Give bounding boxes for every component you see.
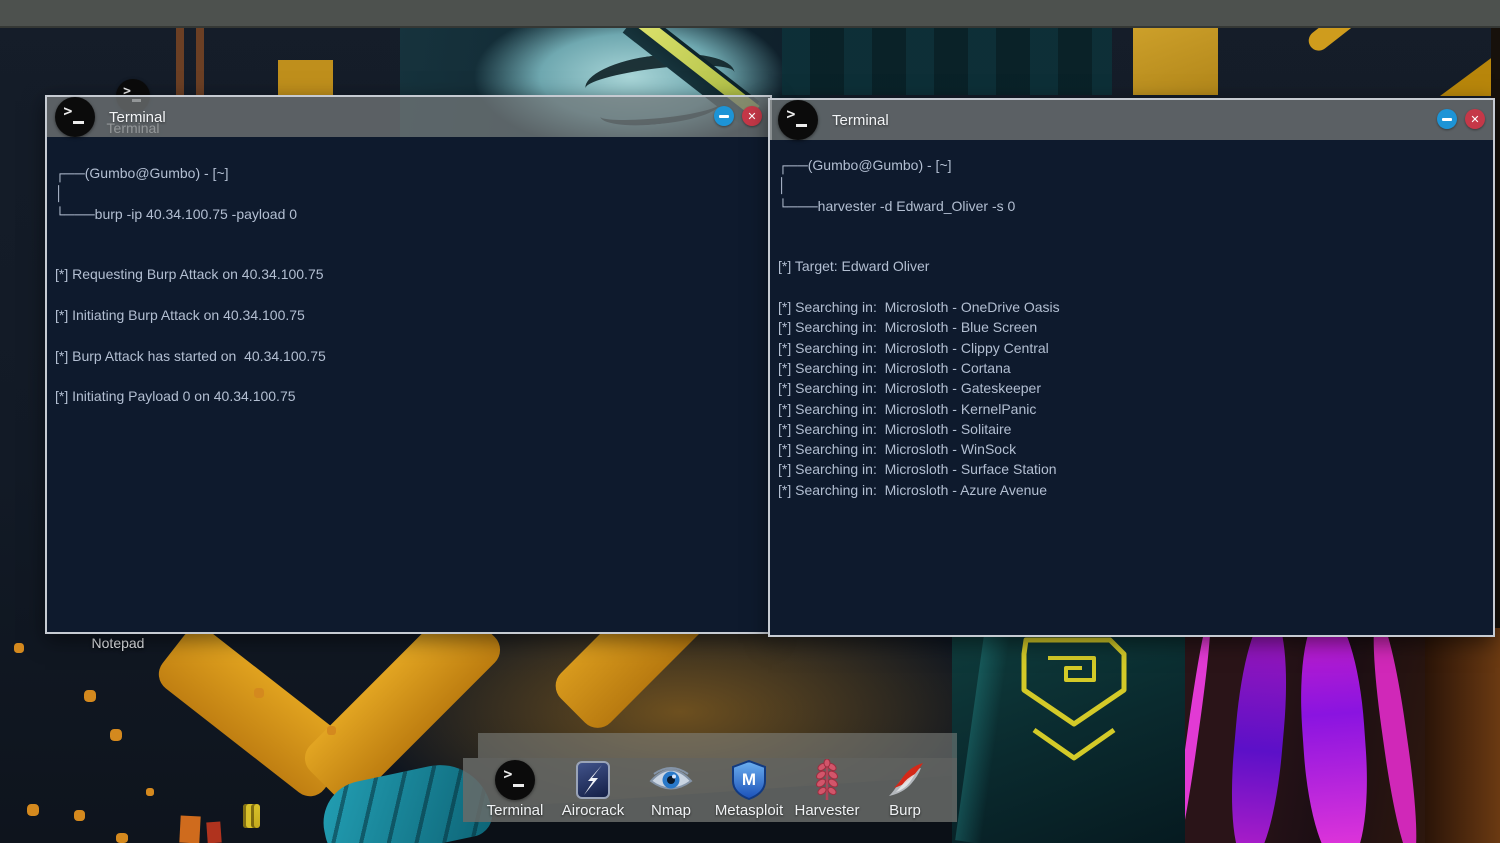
dock-item-label: Terminal (487, 802, 544, 819)
terminal-line: [*] Initiating Burp Attack on 40.34.100.… (55, 305, 770, 325)
wallpaper-dot (110, 729, 122, 741)
wallpaper-gold-box (278, 60, 333, 95)
dock-item-metasploit[interactable]: M Metasploit (710, 759, 788, 822)
wallpaper-hex-badge (1012, 632, 1137, 764)
terminal-window-left: Terminal ┌──(Gumbo@Gumbo) - [~] │ └───bu… (45, 95, 772, 634)
terminal-line (55, 325, 770, 345)
wallpaper-red-strip (206, 822, 221, 843)
terminal-line (55, 366, 770, 386)
metasploit-shield-icon: M (731, 760, 767, 800)
terminal-output[interactable]: ┌──(Gumbo@Gumbo) - [~] │ └───harvester -… (770, 140, 1493, 635)
dock-item-airocrack[interactable]: Airocrack (554, 759, 632, 822)
window-titlebar[interactable]: Terminal (47, 97, 770, 137)
close-button[interactable] (1465, 109, 1485, 129)
dock-item-label: Nmap (651, 802, 691, 819)
terminal-line: [*] Searching in: Microsloth - Solitaire (778, 419, 1493, 439)
wallpaper-gold-rect (1133, 27, 1218, 95)
terminal-line: │ (55, 183, 770, 203)
wallpaper-dot (27, 804, 39, 816)
desktop: Terminal Notepad Terminal ┌──(Gumbo@Gumb… (0, 0, 1500, 843)
terminal-line: [*] Target: Edward Oliver (778, 256, 1493, 276)
window-title: Terminal (832, 112, 889, 129)
dock-item-burp[interactable]: Burp (866, 759, 944, 822)
terminal-line: [*] Searching in: Microsloth - Blue Scre… (778, 317, 1493, 337)
terminal-line: [*] Searching in: Microsloth - WinSock (778, 439, 1493, 459)
terminal-line: │ (778, 175, 1493, 195)
terminal-line: [*] Searching in: Microsloth - Surface S… (778, 459, 1493, 479)
terminal-line: [*] Searching in: Microsloth - OneDrive … (778, 297, 1493, 317)
dock-item-label: Metasploit (715, 802, 783, 819)
terminal-icon (778, 100, 818, 140)
terminal-line: [*] Searching in: Microsloth - Azure Ave… (778, 480, 1493, 500)
desktop-icon-label: Notepad (82, 635, 154, 651)
wallpaper-dot (74, 810, 85, 821)
terminal-line (55, 244, 770, 264)
svg-text:M: M (742, 770, 756, 789)
minimize-button[interactable] (714, 106, 734, 126)
dock: Terminal Airocrack (463, 758, 957, 822)
wallpaper-glove-emblem (243, 804, 260, 828)
close-button[interactable] (742, 106, 762, 126)
airocrack-shield-icon (576, 761, 610, 799)
hair-strand (1294, 628, 1373, 843)
terminal-output[interactable]: ┌──(Gumbo@Gumbo) - [~] │ └───burp -ip 40… (47, 137, 770, 632)
wallpaper-dot (14, 643, 24, 653)
terminal-line: [*] Requesting Burp Attack on 40.34.100.… (55, 264, 770, 284)
terminal-line: [*] Burp Attack has started on 40.34.100… (55, 346, 770, 366)
wallpaper-dot (84, 690, 96, 702)
hair-strand (1366, 628, 1423, 843)
nmap-eye-icon (648, 764, 694, 796)
dock-item-nmap[interactable]: Nmap (632, 759, 710, 822)
wallpaper-teal-bands (782, 27, 1112, 95)
dock-item-label: Airocrack (562, 802, 625, 819)
dock-item-terminal[interactable]: Terminal (476, 759, 554, 822)
terminal-line: └───harvester -d Edward_Oliver -s 0 (778, 196, 1493, 216)
terminal-line (55, 224, 770, 244)
wallpaper-dot (254, 688, 264, 698)
dock-upper-strip (478, 733, 957, 758)
wallpaper-dot (327, 726, 336, 735)
wallpaper-dot (116, 833, 128, 843)
terminal-line: └───burp -ip 40.34.100.75 -payload 0 (55, 204, 770, 224)
desktop-icon-notepad[interactable]: Notepad (82, 633, 154, 651)
hex-badge-icon (1012, 632, 1137, 764)
burp-swoosh-icon (885, 760, 925, 800)
terminal-line: [*] Searching in: Microsloth - Gateskeep… (778, 378, 1493, 398)
window-title: Terminal (109, 109, 166, 126)
top-bar (0, 0, 1500, 28)
wallpaper-dot (146, 788, 154, 796)
wallpaper-rust-strips (176, 27, 210, 95)
hair-strand (1185, 628, 1215, 843)
minimize-button[interactable] (1437, 109, 1457, 129)
terminal-line: [*] Searching in: Microsloth - KernelPan… (778, 399, 1493, 419)
window-titlebar[interactable]: Terminal (770, 100, 1493, 140)
dock-item-harvester[interactable]: Harvester (788, 759, 866, 822)
terminal-line: ┌──(Gumbo@Gumbo) - [~] (778, 155, 1493, 175)
wallpaper-orange-haze (1425, 628, 1500, 843)
terminal-icon (55, 97, 95, 137)
terminal-line: [*] Searching in: Microsloth - Clippy Ce… (778, 338, 1493, 358)
terminal-line (778, 236, 1493, 256)
terminal-line (778, 277, 1493, 297)
terminal-line (55, 285, 770, 305)
terminal-window-right: Terminal ┌──(Gumbo@Gumbo) - [~] │ └───ha… (768, 98, 1495, 637)
wallpaper-magenta-hair (1185, 628, 1430, 843)
terminal-line (778, 216, 1493, 236)
terminal-icon (495, 760, 535, 800)
terminal-line: [*] Initiating Payload 0 on 40.34.100.75 (55, 386, 770, 406)
terminal-line: [*] Searching in: Microsloth - Cortana (778, 358, 1493, 378)
hair-strand (1224, 628, 1293, 843)
dock-item-label: Burp (889, 802, 921, 819)
harvester-wheat-icon (814, 759, 840, 801)
terminal-line: ┌──(Gumbo@Gumbo) - [~] (55, 163, 770, 183)
wallpaper-orange-strip (179, 815, 200, 843)
dock-item-label: Harvester (794, 802, 859, 819)
